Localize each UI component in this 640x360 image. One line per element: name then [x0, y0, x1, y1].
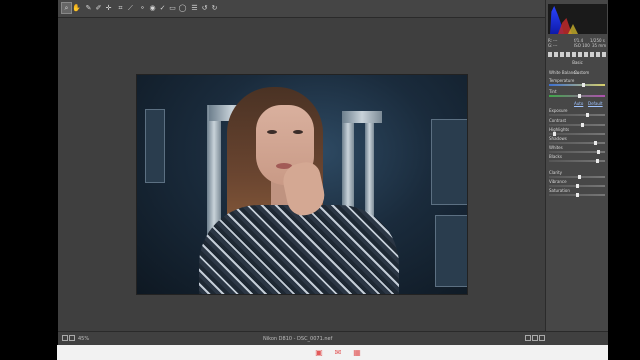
histogram — [548, 4, 607, 34]
swap-icon[interactable] — [539, 335, 545, 341]
red-eye-tool-icon[interactable]: ◉ — [148, 3, 157, 13]
exposure-slider-handle[interactable] — [586, 113, 589, 117]
saturation-label: Saturation — [549, 188, 570, 193]
hsl-tab-icon[interactable] — [566, 52, 570, 57]
panel-tabs — [548, 52, 607, 58]
vibrance-slider[interactable] — [549, 184, 605, 188]
crop-tool-icon[interactable]: ⌗ — [116, 3, 125, 13]
temperature-label: Temperature — [549, 78, 575, 83]
effects-tab-icon[interactable] — [584, 52, 588, 57]
view-mode-icon[interactable] — [525, 335, 531, 341]
exposure-slider[interactable] — [549, 113, 605, 117]
zoom-tool-icon[interactable]: ⌕ — [61, 2, 72, 14]
app-icon-3[interactable]: ▦ — [352, 348, 362, 358]
adjustment-brush-tool-icon[interactable]: ✓ — [158, 3, 167, 13]
white-balance-select[interactable]: Custom — [574, 70, 604, 75]
graduated-filter-tool-icon[interactable]: ▭ — [168, 3, 177, 13]
app-icon-1[interactable]: ▣ — [314, 348, 324, 358]
spot-removal-tool-icon[interactable]: ⚬ — [138, 3, 147, 13]
rotate-left-icon[interactable]: ↺ — [200, 3, 209, 13]
clarity-label: Clarity — [549, 170, 563, 175]
default-link[interactable]: Default — [588, 101, 603, 106]
hand-tool-icon[interactable]: ✋ — [72, 3, 81, 13]
shadows-slider[interactable] — [549, 141, 605, 145]
temperature-slider[interactable] — [549, 83, 605, 87]
before-after-icon[interactable] — [532, 335, 538, 341]
file-name: Nikon D810 - DSC_0071.nef — [263, 336, 333, 342]
photo-preview — [136, 74, 468, 295]
contrast-slider[interactable] — [549, 123, 605, 127]
highlights-slider[interactable] — [549, 132, 605, 136]
vibrance-label: Vibrance — [549, 179, 567, 184]
tint-slider[interactable] — [549, 94, 605, 98]
camera-raw-window: ⌕ ✋ ✎ ✐ ✛ ⌗ ⟋ ⚬ ◉ ✓ ▭ ◯ ☰ ↺ ↻ 45% Nikon … — [58, 0, 609, 346]
whites-slider[interactable] — [549, 150, 605, 154]
contrast-label: Contrast — [549, 118, 567, 123]
presets-tab-icon[interactable] — [596, 52, 600, 57]
rotate-right-icon[interactable]: ↻ — [210, 3, 219, 13]
zoom-level[interactable]: 45% — [78, 336, 89, 342]
saturation-slider[interactable] — [549, 193, 605, 197]
targeted-adjustment-tool-icon[interactable]: ✛ — [104, 3, 113, 13]
whites-slider-handle[interactable] — [597, 150, 600, 154]
blacks-slider[interactable] — [549, 159, 605, 163]
temperature-slider-handle[interactable] — [582, 83, 585, 87]
exposure-label: Exposure — [549, 108, 568, 113]
tone-curve-tab-icon[interactable] — [554, 52, 558, 57]
contrast-slider-handle[interactable] — [581, 123, 584, 127]
blacks-label: Blacks — [549, 154, 562, 159]
bottom-bar: ▣ ✉ ▦ — [57, 345, 608, 360]
status-bar: 45% Nikon D810 - DSC_0071.nef — [58, 331, 608, 346]
split-toning-tab-icon[interactable] — [572, 52, 576, 57]
toolbar: ⌕ ✋ ✎ ✐ ✛ ⌗ ⟋ ⚬ ◉ ✓ ▭ ◯ ☰ ↺ ↻ — [58, 0, 608, 18]
preferences-icon[interactable]: ☰ — [190, 3, 199, 13]
color-sampler-tool-icon[interactable]: ✐ — [94, 3, 103, 13]
clarity-slider-handle[interactable] — [578, 175, 581, 179]
blacks-slider-handle[interactable] — [596, 159, 599, 163]
lens-tab-icon[interactable] — [578, 52, 582, 57]
snapshots-tab-icon[interactable] — [602, 52, 606, 57]
radial-filter-tool-icon[interactable]: ◯ — [178, 3, 187, 13]
tint-label: Tint — [549, 89, 557, 94]
vibrance-slider-handle[interactable] — [576, 184, 579, 188]
whites-label: Whites — [549, 145, 563, 150]
right-black-margin — [608, 0, 640, 345]
saturation-slider-handle[interactable] — [576, 193, 579, 197]
panel-section-title: Basic — [572, 60, 583, 65]
calibration-tab-icon[interactable] — [590, 52, 594, 57]
clarity-slider[interactable] — [549, 175, 605, 179]
app-icon-2[interactable]: ✉ — [333, 348, 343, 358]
straighten-tool-icon[interactable]: ⟋ — [126, 3, 135, 13]
auto-link[interactable]: Auto — [574, 101, 583, 106]
white-balance-tool-icon[interactable]: ✎ — [84, 3, 93, 13]
shadows-label: Shadows — [549, 136, 567, 141]
zoom-in-icon[interactable] — [69, 335, 75, 341]
shadows-slider-handle[interactable] — [594, 141, 597, 145]
detail-tab-icon[interactable] — [560, 52, 564, 57]
basic-tab-icon[interactable] — [548, 52, 552, 57]
zoom-out-icon[interactable] — [62, 335, 68, 341]
tint-slider-handle[interactable] — [578, 94, 581, 98]
adjustments-panel: R: --- f/1.4 1/250 s G: --- ISO 100 35 m… — [545, 0, 609, 331]
image-canvas[interactable] — [58, 18, 545, 331]
